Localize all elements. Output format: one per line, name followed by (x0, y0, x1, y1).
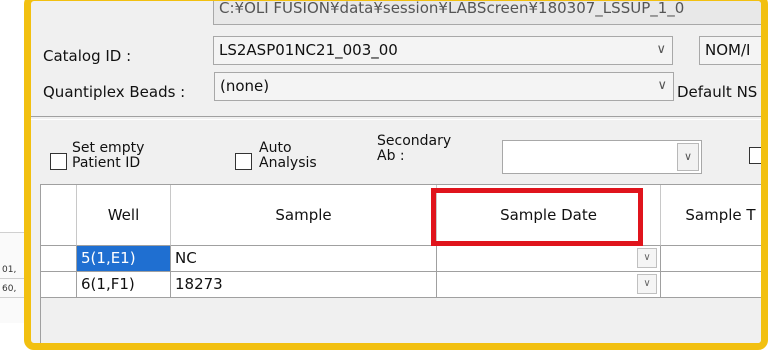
row-header[interactable] (41, 272, 77, 298)
quantiplex-beads-value: (none) (220, 77, 270, 95)
chevron-down-icon: ∨ (657, 78, 667, 93)
well-cell[interactable]: 5(1,E1) (77, 246, 171, 272)
divider (31, 116, 761, 117)
extra-checkbox[interactable] (749, 147, 761, 164)
secondary-ab-label-line2: Ab : (377, 148, 405, 164)
sample-grid: Well Sample Sample Date Sample T 5(1,E1)… (40, 184, 761, 343)
grid-corner (41, 185, 77, 246)
sample-date-cell[interactable]: ∨ (437, 272, 661, 298)
catalog-id-select[interactable]: LS2ASP01NC21_003_00 ∨ (213, 36, 673, 65)
column-header-well[interactable]: Well (77, 185, 171, 246)
auto-analysis-label-line2: Analysis (259, 155, 317, 171)
chevron-down-icon[interactable]: ∨ (637, 248, 657, 268)
set-empty-patient-id-checkbox[interactable] (50, 153, 67, 170)
well-cell[interactable]: 6(1,F1) (77, 272, 171, 298)
column-header-sample-type[interactable]: Sample T (661, 185, 761, 246)
auto-analysis-label-line1: Auto (259, 140, 292, 156)
default-ns-label: Default NS (677, 83, 758, 101)
column-header-sample[interactable]: Sample (171, 185, 437, 246)
divider (31, 119, 761, 120)
nom-field[interactable]: NOM/I (699, 36, 761, 65)
secondary-ab-select[interactable]: ∨ (502, 140, 702, 174)
set-empty-label-line1: Set empty (72, 140, 145, 156)
quantiplex-beads-label: Quantiplex Beads : (43, 83, 186, 101)
catalog-id-label: Catalog ID : (43, 47, 132, 65)
auto-analysis-checkbox[interactable] (235, 153, 252, 170)
catalog-id-value: LS2ASP01NC21_003_00 (219, 41, 398, 59)
sample-cell[interactable]: NC (171, 246, 437, 272)
sample-cell[interactable]: 18273 (171, 272, 437, 298)
sample-date-cell[interactable]: ∨ (437, 246, 661, 272)
row-header[interactable] (41, 246, 77, 272)
chevron-down-icon[interactable]: ∨ (677, 143, 699, 171)
sample-type-cell[interactable] (661, 246, 761, 272)
file-path-field[interactable]: C:¥OLI FUSION¥data¥session¥LABScreen¥180… (213, 1, 761, 25)
highlight-frame: C:¥OLI FUSION¥data¥session¥LABScreen¥180… (24, 0, 768, 350)
chevron-down-icon: ∨ (656, 42, 666, 57)
quantiplex-beads-select[interactable]: (none) ∨ (214, 72, 674, 101)
set-empty-label-line2: Patient ID (72, 155, 141, 171)
sample-type-cell[interactable] (661, 272, 761, 298)
secondary-ab-label-line1: Secondary (377, 133, 452, 149)
callout-highlight-box (431, 188, 643, 246)
chevron-down-icon[interactable]: ∨ (637, 274, 657, 294)
